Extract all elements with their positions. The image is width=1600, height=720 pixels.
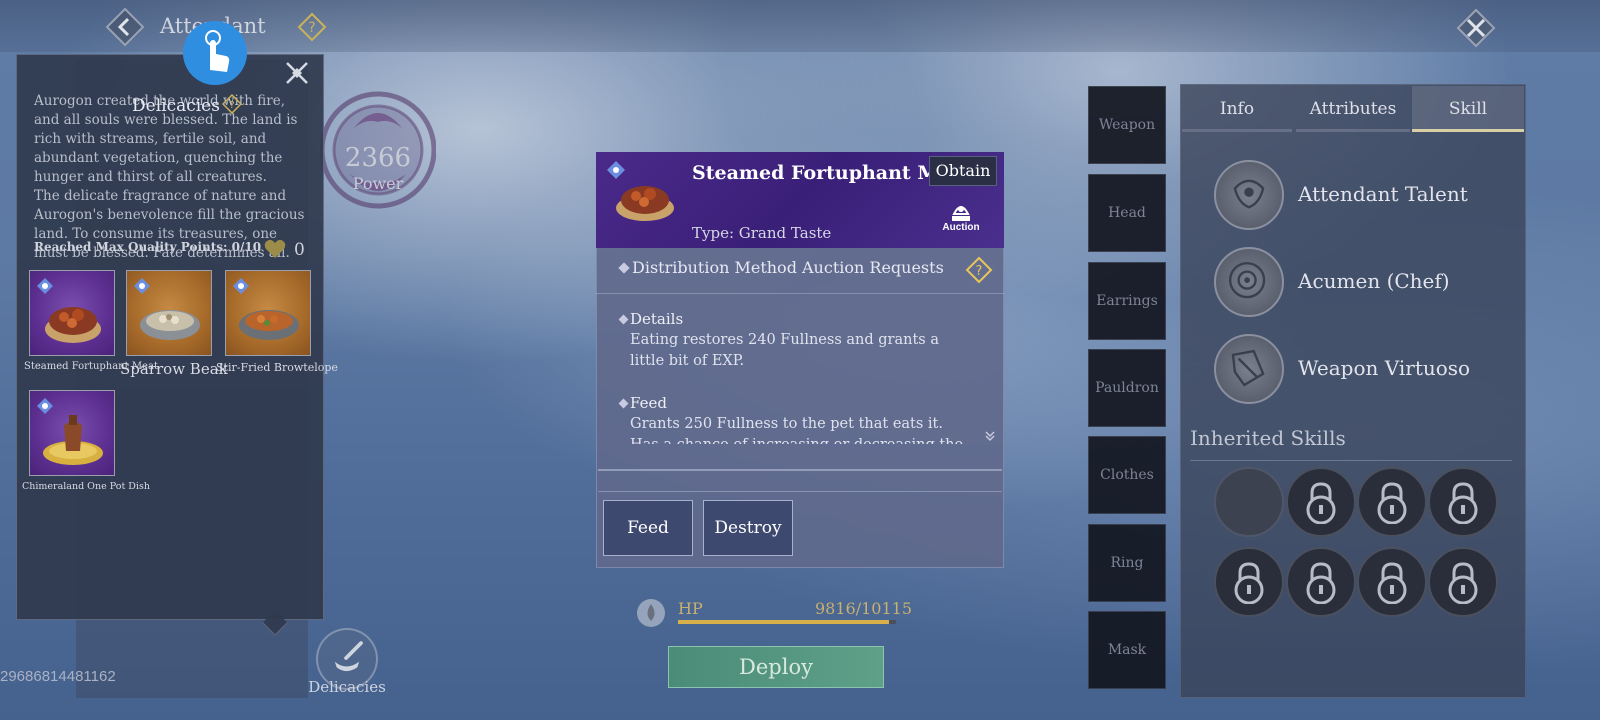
- slot-label: Earrings: [1096, 293, 1158, 309]
- svg-text:?: ?: [976, 264, 983, 279]
- power-label: Power: [352, 174, 404, 193]
- inherited-skill-slot[interactable]: [1286, 547, 1356, 617]
- food-name: Chimeraland One Pot Dish: [22, 481, 150, 492]
- talent-icon[interactable]: [1214, 160, 1284, 230]
- user-id: 29686814481162: [0, 668, 116, 685]
- lock-icon: [1448, 562, 1478, 604]
- deploy-button[interactable]: Deploy: [668, 646, 884, 688]
- food-card[interactable]: [29, 270, 115, 356]
- steamed-meat-dish-icon: [614, 174, 676, 224]
- distribution-help-icon[interactable]: ?: [965, 256, 993, 284]
- max-quality-points: Reached Max Quality Points: 0/10: [34, 240, 262, 254]
- lock-icon: [1377, 482, 1407, 524]
- food-name: Sparrow Beak: [120, 360, 228, 378]
- popup-close-icon[interactable]: [284, 60, 310, 86]
- distribution-method-label: Distribution Method: [632, 258, 797, 277]
- slot-weapon[interactable]: Weapon: [1088, 86, 1166, 164]
- food-card[interactable]: [29, 390, 115, 476]
- popup-title: Delicacies: [132, 96, 220, 116]
- slot-label: Clothes: [1100, 467, 1154, 483]
- destroy-button[interactable]: Destroy: [703, 500, 793, 556]
- food-card[interactable]: [126, 270, 212, 356]
- auction-label: Auction: [942, 222, 980, 233]
- hp-bar-fill: [678, 620, 890, 624]
- lock-icon: [1448, 482, 1478, 524]
- slot-head[interactable]: Head: [1088, 174, 1166, 252]
- tap-hint-icon: [182, 20, 248, 86]
- steamed-meat-dish-icon: [45, 307, 101, 343]
- bullet-diamond: [618, 314, 629, 325]
- back-button[interactable]: [104, 6, 146, 48]
- delicacies-nav-button[interactable]: Delicacies: [308, 628, 386, 714]
- skill-name: Weapon Virtuoso: [1298, 356, 1471, 380]
- tab-skill[interactable]: Skill: [1412, 86, 1524, 132]
- inherited-skills-title: Inherited Skills: [1190, 426, 1346, 450]
- acumen-icon[interactable]: [1214, 247, 1284, 317]
- back-icon: [105, 7, 145, 47]
- food-name: Steamed Fortuphant Meat: [24, 361, 158, 372]
- close-icon[interactable]: [1454, 6, 1498, 50]
- scroll-down-icon[interactable]: [984, 428, 996, 442]
- heart-icon: [263, 238, 287, 260]
- popup-help-icon[interactable]: ?: [221, 93, 243, 115]
- auction-requests-label: Auction Requests: [802, 258, 944, 277]
- inherited-skill-slot[interactable]: [1357, 467, 1427, 537]
- hp-drop-icon: [636, 598, 666, 628]
- slot-earrings[interactable]: Earrings: [1088, 262, 1166, 340]
- browtelope-dish-icon: [239, 310, 299, 340]
- lock-icon: [1306, 482, 1336, 524]
- bullet-diamond: [618, 398, 629, 409]
- divider: [598, 469, 1002, 471]
- inherited-skill-slot[interactable]: [1286, 467, 1356, 537]
- slot-mask[interactable]: Mask: [1088, 611, 1166, 689]
- item-type: Type: Grand Taste: [692, 224, 832, 242]
- heart-count: 0: [294, 240, 305, 260]
- divider: [1190, 460, 1512, 461]
- lock-icon: [1306, 562, 1336, 604]
- delicacies-nav-label: Delicacies: [308, 678, 386, 696]
- inherited-skill-slot[interactable]: [1428, 467, 1498, 537]
- one-pot-dish-icon: [43, 415, 103, 465]
- item-details-scroll[interactable]: Details Eating restores 240 Fullness and…: [616, 304, 980, 444]
- inherited-skill-slot[interactable]: [1357, 547, 1427, 617]
- auction-icon[interactable]: [946, 198, 976, 224]
- feed-button[interactable]: Feed: [603, 500, 693, 556]
- feed-text: Grants 250 Fullness to the pet that eats…: [630, 416, 963, 444]
- hp-bar: [678, 620, 896, 624]
- divider: [598, 491, 1002, 492]
- lock-icon: [1377, 562, 1407, 604]
- slot-label: Head: [1108, 205, 1146, 221]
- inherited-skill-slot[interactable]: [1428, 547, 1498, 617]
- hp-label: HP: [678, 599, 703, 618]
- slot-label: Weapon: [1098, 117, 1156, 133]
- slot-clothes[interactable]: Clothes: [1088, 436, 1166, 514]
- weapon-virtuoso-icon[interactable]: [1214, 334, 1284, 404]
- inherited-skill-slot[interactable]: [1214, 547, 1284, 617]
- lore-text: Aurogon created the world with fire, and…: [34, 92, 306, 258]
- skill-name: Acumen (Chef): [1298, 269, 1450, 293]
- obtain-button[interactable]: Obtain: [929, 156, 997, 186]
- food-name: Stir-Fried Browtelope: [216, 361, 338, 374]
- slot-ring[interactable]: Ring: [1088, 524, 1166, 602]
- hp-value: 9816/10115: [815, 599, 913, 618]
- tab-info[interactable]: Info: [1182, 86, 1292, 132]
- slot-pauldron[interactable]: Pauldron: [1088, 349, 1166, 427]
- lock-icon: [1234, 562, 1264, 604]
- help-icon[interactable]: ?: [297, 12, 327, 42]
- svg-text:?: ?: [308, 20, 315, 36]
- details-title: Details: [630, 310, 684, 328]
- skill-name: Attendant Talent: [1298, 182, 1468, 206]
- slot-label: Ring: [1110, 555, 1144, 571]
- inherited-skill-slot[interactable]: [1214, 467, 1284, 537]
- feed-title: Feed: [630, 394, 667, 412]
- slot-label: Pauldron: [1095, 380, 1159, 396]
- food-card[interactable]: [225, 270, 311, 356]
- power-value: 2366: [344, 143, 412, 173]
- details-text: Eating restores 240 Fullness and grants …: [630, 332, 939, 369]
- slot-label: Mask: [1107, 642, 1147, 658]
- sparrow-beak-dish-icon: [140, 310, 200, 340]
- tab-attributes[interactable]: Attributes: [1296, 86, 1410, 132]
- svg-text:?: ?: [229, 100, 234, 111]
